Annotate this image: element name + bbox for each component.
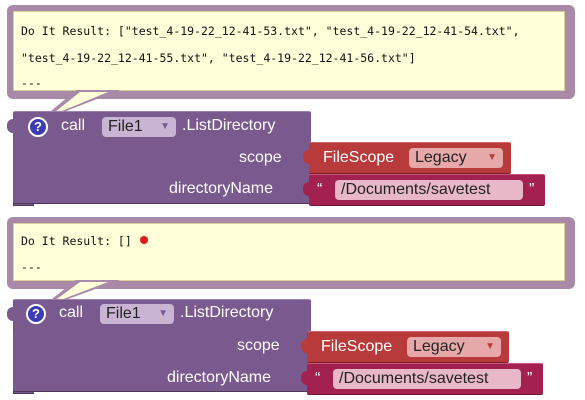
component-name: File1	[106, 305, 141, 322]
scope-notch	[303, 150, 309, 164]
component-dropdown[interactable]: File1 ▼	[102, 117, 176, 137]
close-quote: ”	[527, 370, 533, 387]
scope-dropdown[interactable]: Legacy ▼	[409, 148, 503, 168]
scope-dropdown[interactable]: Legacy ▼	[407, 337, 501, 357]
string-notch	[301, 371, 307, 385]
scope-notch	[301, 339, 307, 353]
directory-name-label: directoryName	[169, 180, 274, 197]
chevron-down-icon: ▼	[487, 152, 497, 163]
result-separator: ---	[21, 260, 42, 274]
close-quote: ”	[529, 181, 535, 198]
component-name: File1	[108, 118, 143, 135]
call-label: call	[61, 117, 86, 134]
scope-label: scope	[239, 149, 282, 166]
method-name: .ListDirectory	[182, 117, 276, 134]
method-name: .ListDirectory	[180, 304, 274, 321]
help-icon[interactable]: ?	[26, 304, 46, 324]
result-separator: ---	[21, 76, 42, 90]
chevron-down-icon: ▼	[158, 308, 168, 319]
filescope-label: FileScope	[321, 338, 393, 355]
scope-value: Legacy	[413, 338, 465, 355]
directory-value: /Documents/savetest	[341, 181, 491, 198]
chevron-down-icon: ▼	[485, 341, 495, 352]
scope-value: Legacy	[415, 149, 467, 166]
directory-value: /Documents/savetest	[339, 370, 489, 387]
component-dropdown[interactable]: File1 ▼	[100, 304, 174, 324]
comment-content: Do It Result: [] ---	[13, 223, 565, 281]
call-label: call	[59, 304, 84, 321]
block-left-notch	[7, 119, 13, 133]
block-left-notch	[7, 307, 13, 321]
result-text-line-1: Do It Result: ["test_4-19-22_12-41-53.tx…	[21, 24, 520, 38]
text-string-block[interactable]: “ /Documents/savetest ”	[309, 174, 545, 206]
filescope-label: FileScope	[323, 149, 395, 166]
filescope-block[interactable]: FileScope Legacy ▼	[307, 331, 509, 363]
directory-name-label: directoryName	[167, 369, 272, 386]
directory-text-field[interactable]: /Documents/savetest	[335, 180, 523, 200]
text-string-block[interactable]: “ /Documents/savetest ”	[307, 363, 543, 395]
open-quote: “	[315, 370, 321, 387]
directory-text-field[interactable]: /Documents/savetest	[333, 369, 521, 389]
comment-frame: Do It Result: [] ---	[7, 217, 575, 289]
result-text-line-2: "test_4-19-22_12-41-55.txt", "test_4-19-…	[21, 51, 416, 65]
chevron-down-icon: ▼	[160, 121, 170, 132]
result-text-line-1: Do It Result: []	[21, 234, 132, 248]
scope-label: scope	[237, 337, 280, 354]
open-quote: “	[317, 181, 323, 198]
string-notch	[303, 182, 309, 196]
help-icon[interactable]: ?	[28, 117, 48, 137]
comment-frame: Do It Result: ["test_4-19-22_12-41-53.tx…	[7, 5, 575, 99]
comment-content: Do It Result: ["test_4-19-22_12-41-53.tx…	[13, 11, 565, 91]
filescope-block[interactable]: FileScope Legacy ▼	[309, 142, 511, 174]
error-indicator-dot	[140, 236, 148, 244]
